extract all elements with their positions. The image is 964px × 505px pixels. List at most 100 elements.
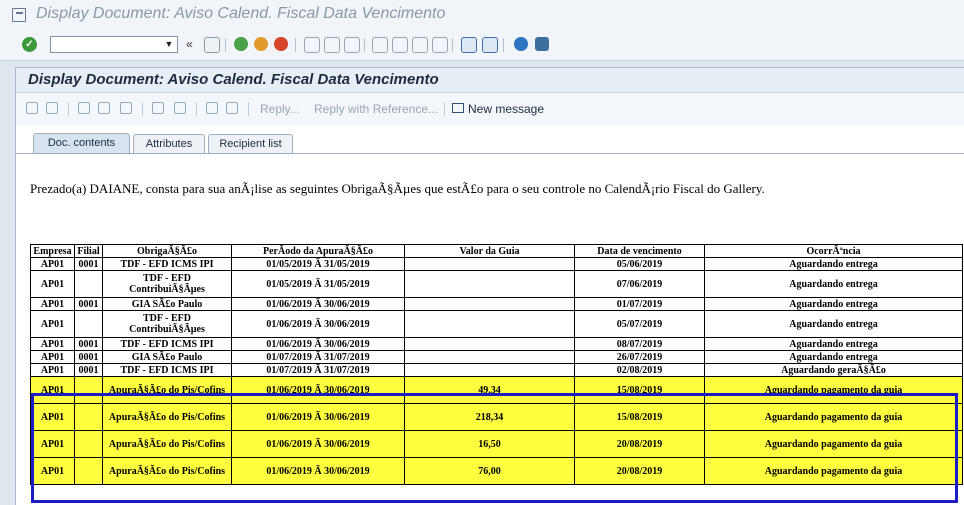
cell-ocorrencia: Aguardando pagamento da guia [704, 376, 963, 404]
toolbar-separator [452, 38, 453, 52]
cell-valor: 16,50 [404, 430, 575, 458]
table-row: AP01 TDF - EFD ContribuiÃ§Ãµes 01/06/201… [30, 310, 963, 338]
cell-vencimento: 26/07/2019 [574, 350, 705, 364]
cell-obrigacao: ApuraÃ§Ã£o do Pis/Cofins [102, 376, 232, 404]
cell-periodo: 01/07/2019 Ã 31/07/2019 [231, 350, 405, 364]
cell-obrigacao: GIA SÃ£o Paulo [102, 297, 232, 311]
cell-obrigacao: TDF - EFD ContribuiÃ§Ãµes [102, 310, 232, 338]
reply-button[interactable]: Reply... [260, 102, 300, 116]
print-icon[interactable] [304, 37, 320, 53]
window-title: Display Document: Aviso Calend. Fiscal D… [36, 5, 446, 22]
toolbar-separator [364, 38, 365, 52]
find-next-icon[interactable] [344, 37, 360, 53]
new-message-icon[interactable] [452, 103, 464, 113]
new-message-button[interactable]: New message [468, 102, 544, 116]
previous-page-icon[interactable] [392, 37, 408, 53]
cell-valor: 218,34 [404, 403, 575, 431]
header-filial: Filial [74, 244, 103, 258]
new-session-icon[interactable] [461, 37, 477, 53]
document-header: Display Document: Aviso Calend. Fiscal D… [16, 68, 964, 93]
collapse-all-icon[interactable] [46, 102, 58, 114]
attach-icon[interactable] [206, 102, 218, 114]
main-area: Display Document: Aviso Calend. Fiscal D… [15, 67, 964, 505]
cell-vencimento: 05/07/2019 [574, 310, 705, 338]
first-page-icon[interactable] [372, 37, 388, 53]
cell-ocorrencia: Aguardando entrega [704, 257, 963, 271]
command-field[interactable] [50, 36, 178, 53]
exit-icon[interactable] [254, 37, 268, 51]
tab-doc-contents[interactable]: Doc. contents [33, 133, 130, 154]
window-menu-icon[interactable] [12, 8, 26, 22]
command-dropdown-icon[interactable]: ▼ [164, 39, 174, 49]
toolbar-separator [295, 38, 296, 52]
cell-periodo: 01/05/2019 Ã 31/05/2019 [231, 257, 405, 271]
cell-valor [404, 310, 575, 338]
cell-empresa: AP01 [30, 350, 75, 364]
back-icon[interactable] [234, 37, 248, 51]
help-icon[interactable] [514, 37, 528, 51]
cell-periodo: 01/06/2019 Ã 30/06/2019 [231, 337, 405, 351]
enter-check-icon[interactable]: ✓ [22, 37, 37, 52]
cell-periodo: 01/07/2019 Ã 31/07/2019 [231, 363, 405, 377]
delete-icon[interactable] [120, 102, 132, 114]
cell-filial [74, 430, 103, 458]
cell-filial: 0001 [74, 337, 103, 351]
document-content: Prezado(a) DAIANE, consta para sua anÃ¡l… [16, 154, 964, 505]
cell-vencimento: 20/08/2019 [574, 457, 705, 485]
table-row-highlighted: AP01 ApuraÃ§Ã£o do Pis/Cofins 01/06/2019… [30, 430, 963, 458]
cell-periodo: 01/05/2019 Ã 31/05/2019 [231, 270, 405, 298]
cell-periodo: 01/06/2019 Ã 30/06/2019 [231, 430, 405, 458]
toolbar-separator [68, 102, 69, 116]
header-periodo: PerÃodo da ApuraÃ§Ã£o [231, 244, 405, 258]
next-page-icon[interactable] [412, 37, 428, 53]
cell-filial [74, 376, 103, 404]
edit-icon[interactable] [152, 102, 164, 114]
toolbar-separator [225, 38, 226, 52]
cell-filial: 0001 [74, 297, 103, 311]
last-page-icon[interactable] [432, 37, 448, 53]
reply-with-reference-button[interactable]: Reply with Reference... [314, 102, 438, 116]
header-obrigacao: ObrigaÃ§Ã£o [102, 244, 232, 258]
expand-icon[interactable] [26, 102, 38, 114]
forward-icon[interactable] [78, 102, 90, 114]
cell-vencimento: 08/07/2019 [574, 337, 705, 351]
layout-menu-icon[interactable] [535, 37, 549, 51]
cell-vencimento: 07/06/2019 [574, 270, 705, 298]
cell-valor [404, 257, 575, 271]
table-row-highlighted: AP01 ApuraÃ§Ã£o do Pis/Cofins 01/06/2019… [30, 403, 963, 431]
cell-ocorrencia: Aguardando entrega [704, 297, 963, 311]
cell-obrigacao: TDF - EFD ICMS IPI [102, 363, 232, 377]
cell-valor [404, 363, 575, 377]
save-icon[interactable] [204, 37, 220, 53]
tab-recipient-list[interactable]: Recipient list [208, 134, 293, 153]
table-row: AP01 0001 TDF - EFD ICMS IPI 01/05/2019 … [30, 257, 963, 271]
cell-empresa: AP01 [30, 457, 75, 485]
cancel-icon[interactable] [274, 37, 288, 51]
cell-vencimento: 02/08/2019 [574, 363, 705, 377]
cell-obrigacao: TDF - EFD ContribuiÃ§Ãµes [102, 270, 232, 298]
cell-empresa: AP01 [30, 363, 75, 377]
cell-obrigacao: TDF - EFD ICMS IPI [102, 257, 232, 271]
cell-empresa: AP01 [30, 430, 75, 458]
cell-obrigacao: ApuraÃ§Ã£o do Pis/Cofins [102, 403, 232, 431]
table-row: AP01 0001 TDF - EFD ICMS IPI 01/06/2019 … [30, 337, 963, 351]
header-valor: Valor da Guia [404, 244, 575, 258]
obligations-table: Empresa Filial ObrigaÃ§Ã£o PerÃodo da Ap… [30, 244, 963, 485]
cell-empresa: AP01 [30, 310, 75, 338]
cell-periodo: 01/06/2019 Ã 30/06/2019 [231, 376, 405, 404]
copy-icon[interactable] [98, 102, 110, 114]
tab-attributes[interactable]: Attributes [133, 134, 205, 153]
cell-valor [404, 297, 575, 311]
title-bar: Display Document: Aviso Calend. Fiscal D… [0, 0, 964, 30]
table-row-highlighted: AP01 ApuraÃ§Ã£o do Pis/Cofins 01/06/2019… [30, 376, 963, 404]
shortcut-icon[interactable] [482, 37, 498, 53]
collapse-icon[interactable]: « [186, 37, 193, 51]
cell-ocorrencia: Aguardando entrega [704, 350, 963, 364]
cell-ocorrencia: Aguardando entrega [704, 337, 963, 351]
cell-obrigacao: ApuraÃ§Ã£o do Pis/Cofins [102, 457, 232, 485]
find-icon[interactable] [324, 37, 340, 53]
cell-filial: 0001 [74, 363, 103, 377]
lock-icon[interactable] [174, 102, 186, 114]
cell-filial [74, 270, 103, 298]
add-document-icon[interactable] [226, 102, 238, 114]
